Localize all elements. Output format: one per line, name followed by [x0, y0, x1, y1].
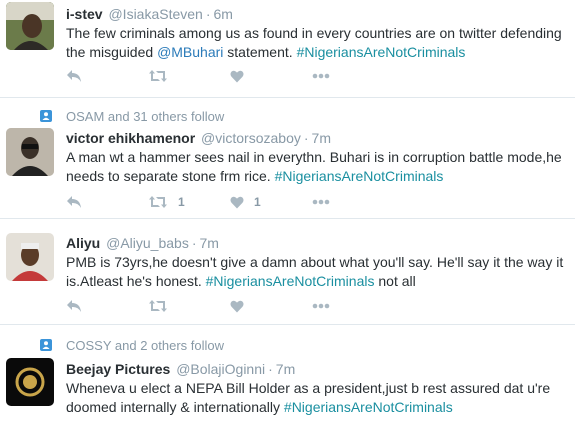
hashtag-link[interactable]: #NigeriansAreNotCriminals [206, 273, 375, 289]
tweet-header: Beejay Pictures @BolajiOginni · 7m [66, 360, 295, 378]
avatar[interactable] [6, 128, 54, 176]
avatar[interactable] [6, 2, 54, 50]
tweet-actions [66, 66, 330, 86]
tweet-text: The few criminals among us as found in e… [66, 24, 571, 62]
avatar[interactable] [6, 358, 54, 406]
social-context: COSSY and 2 others follow [40, 337, 224, 353]
follow-context-icon [40, 110, 52, 122]
reply-icon [67, 300, 81, 312]
author-handle[interactable]: @victorsozaboy [201, 130, 301, 146]
tweet-text: PMB is 73yrs,he doesn't give a damn abou… [66, 253, 571, 291]
heart-icon [230, 196, 244, 208]
tweet-actions [66, 296, 330, 316]
author-name[interactable]: i-stev [66, 6, 103, 22]
like-button[interactable] [230, 70, 312, 83]
separator-dot: · [303, 130, 309, 146]
tweet-text: A man wt a hammer sees nail in everythn.… [66, 148, 571, 186]
more-dots-icon [312, 199, 330, 205]
retweet-icon [149, 300, 167, 312]
mention-link[interactable]: @MBuhari [157, 44, 223, 60]
tweet-time[interactable]: 6m [214, 6, 233, 22]
retweet-button[interactable] [148, 69, 230, 83]
tweet[interactable]: OSAM and 31 others follow victor ehikham… [0, 98, 575, 219]
like-button[interactable] [230, 300, 312, 313]
hashtag-link[interactable]: #NigeriansAreNotCriminals [275, 168, 444, 184]
heart-icon [230, 70, 244, 82]
retweet-button[interactable]: 1 [148, 195, 230, 209]
user-photo-icon [6, 128, 54, 176]
tweet-text: Wheneva u elect a NEPA Bill Holder as a … [66, 379, 571, 417]
author-handle[interactable]: @BolajiOginni [176, 361, 265, 377]
author-name[interactable]: Beejay Pictures [66, 361, 170, 377]
tweet-header: Aliyu @Aliyu_babs · 7m [66, 234, 219, 252]
retweet-count: 1 [178, 195, 185, 209]
hashtag-link[interactable]: #NigeriansAreNotCriminals [284, 399, 453, 415]
follow-context-icon [40, 339, 52, 351]
more-dots-icon [312, 303, 330, 309]
tweet-header: victor ehikhamenor @victorsozaboy · 7m [66, 129, 331, 147]
author-name[interactable]: Aliyu [66, 235, 100, 251]
more-button[interactable] [312, 199, 330, 205]
author-handle[interactable]: @IsiakaSteven [108, 6, 202, 22]
tweet-time[interactable]: 7m [200, 235, 219, 251]
more-button[interactable] [312, 73, 330, 79]
author-handle[interactable]: @Aliyu_babs [106, 235, 189, 251]
like-button[interactable]: 1 [230, 195, 312, 209]
user-photo-icon [6, 233, 54, 281]
hashtag-link[interactable]: #NigeriansAreNotCriminals [297, 44, 466, 60]
tweet-text-part: not all [374, 273, 416, 289]
social-context: OSAM and 31 others follow [40, 108, 224, 124]
tweet[interactable]: Aliyu @Aliyu_babs · 7m PMB is 73yrs,he doe… [0, 219, 575, 325]
retweet-button[interactable] [148, 299, 230, 313]
tweet-actions: 1 1 [66, 192, 330, 212]
retweet-icon [149, 196, 167, 208]
brand-logo-icon [6, 358, 54, 406]
social-context-text[interactable]: COSSY and 2 others follow [66, 338, 224, 353]
avatar[interactable] [6, 233, 54, 281]
retweet-icon [149, 70, 167, 82]
reply-icon [67, 196, 81, 208]
reply-button[interactable] [66, 195, 148, 209]
tweet-text-part: statement. [223, 44, 297, 60]
tweet-header: i-stev @IsiakaSteven · 6m [66, 5, 233, 23]
tweet[interactable]: COSSY and 2 others follow Beejay Picture… [0, 325, 575, 425]
heart-icon [230, 300, 244, 312]
more-button[interactable] [312, 303, 330, 309]
author-name[interactable]: victor ehikhamenor [66, 130, 195, 146]
like-count: 1 [254, 195, 261, 209]
tweet-time[interactable]: 7m [276, 361, 295, 377]
reply-button[interactable] [66, 69, 148, 83]
social-context-text[interactable]: OSAM and 31 others follow [66, 109, 224, 124]
reply-icon [67, 70, 81, 82]
user-photo-icon [6, 2, 54, 50]
separator-dot: · [268, 361, 273, 377]
tweet-time[interactable]: 7m [312, 130, 331, 146]
separator-dot: · [205, 6, 211, 22]
tweet[interactable]: i-stev @IsiakaSteven · 6m The few criminal… [0, 0, 575, 98]
more-dots-icon [312, 73, 330, 79]
separator-dot: · [191, 235, 197, 251]
reply-button[interactable] [66, 299, 148, 313]
